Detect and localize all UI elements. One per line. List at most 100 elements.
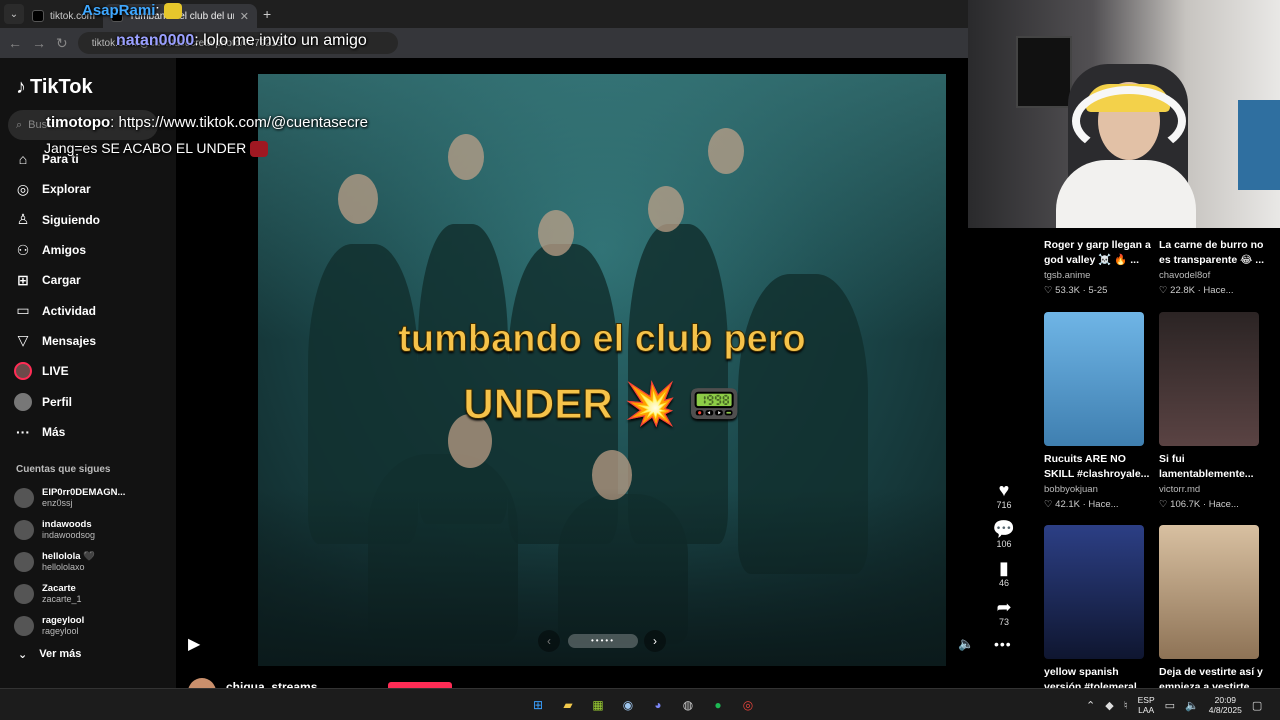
recommendation-card[interactable]: yellow spanish versión #tolemeral bbox=[1044, 525, 1156, 695]
recommendation-card[interactable]: Roger y garp llegan a god valley ☠️ 🔥 ..… bbox=[1044, 238, 1156, 296]
see-more-button[interactable]: ⌄ Ver más bbox=[18, 648, 81, 661]
sidebar-item-perfil[interactable]: Perfil bbox=[14, 386, 164, 416]
video-head bbox=[648, 186, 684, 232]
like-count: 716 bbox=[996, 500, 1012, 510]
sidebar-item-label: Amigos bbox=[42, 243, 87, 258]
microphone-icon[interactable]: ♮ bbox=[1124, 699, 1128, 712]
sidebar-item-actividad[interactable]: ▭ Actividad bbox=[14, 295, 164, 325]
sidebar-item-cargar[interactable]: ⊞ Cargar bbox=[14, 265, 164, 295]
sidebar-item-live[interactable]: LIVE bbox=[14, 356, 164, 386]
spotify-icon[interactable]: ● bbox=[708, 695, 728, 715]
windows-start-icon[interactable]: ⊞ bbox=[528, 695, 548, 715]
rec-meta: ♡ 53.3K · 5-25 bbox=[1044, 285, 1108, 296]
following-account[interactable]: Zacarte zacarte_1 bbox=[14, 578, 164, 610]
sidebar-item-mensajes[interactable]: ▽ Mensajes bbox=[14, 326, 164, 356]
account-name: hellolola 🖤 bbox=[42, 551, 96, 562]
save-button[interactable]: ▮ 46 bbox=[988, 558, 1020, 597]
following-icon: ♙ bbox=[16, 211, 30, 228]
obs-icon[interactable]: ◍ bbox=[678, 695, 698, 715]
recommendation-card[interactable]: Deja de vestirte así y empieza a vestirt… bbox=[1159, 525, 1271, 695]
chat-username: timotopo bbox=[46, 114, 111, 131]
more-icon: ··· bbox=[16, 423, 30, 440]
steam-icon[interactable]: ◉ bbox=[618, 695, 638, 715]
upload-icon: ⊞ bbox=[17, 271, 29, 288]
webcam-body bbox=[1056, 160, 1196, 228]
rec-author: tgsb.anime bbox=[1044, 270, 1091, 281]
rec-thumbnail[interactable] bbox=[1044, 312, 1144, 446]
app-icon[interactable]: ▦ bbox=[588, 695, 608, 715]
following-account[interactable]: rageylool rageylool bbox=[14, 610, 164, 642]
webcam-headset bbox=[1072, 86, 1186, 156]
carousel-dots[interactable]: ••••• bbox=[568, 634, 638, 648]
recommendation-card[interactable]: Si fui lamentablemente... victorr.md ♡ 1… bbox=[1159, 312, 1271, 510]
following-header: Cuentas que sigues bbox=[16, 464, 111, 475]
rec-meta: ♡ 42.1K · Hace... bbox=[1044, 499, 1119, 510]
chat-message: Jang=es SE ACABO EL UNDER bbox=[44, 140, 269, 158]
friends-icon: ⚇ bbox=[16, 241, 30, 258]
recommendation-card[interactable]: La carne de burro no es transparente 😂 .… bbox=[1159, 238, 1271, 296]
author-name[interactable]: chiqua_streams bbox=[226, 680, 317, 688]
following-account[interactable]: hellolola 🖤 hellololaxo bbox=[14, 546, 164, 578]
video-head bbox=[448, 134, 484, 180]
rec-author: bobbyokjuan bbox=[1044, 484, 1098, 495]
volume-icon[interactable]: 🔈 bbox=[958, 636, 974, 652]
chat-message: timotopo: https://www.tiktok.com/@cuenta… bbox=[46, 114, 368, 131]
comment-button[interactable]: 💬 106 bbox=[988, 519, 1020, 558]
account-name: ElP0rr0DEMAGN... bbox=[42, 487, 126, 498]
following-account[interactable]: ElP0rr0DEMAGN... enz0ssj bbox=[14, 482, 164, 514]
taskbar-apps: ⊞ ▰ ▦ ◉ ◕ ◍ ● ◎ bbox=[528, 695, 758, 715]
speaker-icon[interactable]: 🔈 bbox=[1185, 699, 1199, 712]
file-explorer-icon[interactable]: ▰ bbox=[558, 695, 578, 715]
language-code: ESP bbox=[1137, 695, 1155, 705]
recommendations-grid: Roger y garp llegan a god valley ☠️ 🔥 ..… bbox=[1036, 230, 1280, 693]
sidebar-item-label: Actividad bbox=[42, 303, 97, 318]
sidebar-item-siguiendo[interactable]: ♙ Siguiendo bbox=[14, 205, 164, 235]
sidebar-nav: ⌂ Para ti ◎ Explorar ♙ Siguiendo ⚇ Amigo… bbox=[14, 144, 164, 447]
sidebar-item-amigos[interactable]: ⚇ Amigos bbox=[14, 235, 164, 265]
recommendation-card[interactable]: Rucuits ARE NO SKILL #clashroyale... bob… bbox=[1044, 312, 1156, 510]
carousel-next-button[interactable]: › bbox=[644, 630, 666, 652]
notification-icon[interactable]: ▢ bbox=[1252, 699, 1262, 712]
sidebar-item-label: Perfil bbox=[42, 394, 73, 409]
chat-username: AsapRami bbox=[82, 2, 156, 19]
stream-chat-overlay: AsapRami: natan0000: lolo me invito un a… bbox=[0, 0, 420, 170]
discord-icon[interactable]: ◕ bbox=[648, 695, 668, 715]
share-count: 73 bbox=[998, 617, 1009, 627]
play-icon[interactable]: ▶ bbox=[188, 634, 200, 654]
chrome-icon[interactable]: ◎ bbox=[738, 695, 758, 715]
keyboard-layout: LAA bbox=[1138, 705, 1155, 715]
chat-username: natan0000 bbox=[116, 32, 195, 49]
chevron-down-icon: ⌄ bbox=[18, 649, 28, 661]
webcam-overlay bbox=[968, 0, 1280, 228]
carousel-prev-button[interactable]: ‹ bbox=[538, 630, 560, 652]
share-button[interactable]: ➦ 73 bbox=[988, 597, 1020, 636]
sidebar-item-label: Más bbox=[42, 424, 66, 439]
rec-thumbnail[interactable] bbox=[1159, 312, 1259, 446]
chat-text: : lolo me invito un amigo bbox=[194, 32, 367, 49]
security-icon[interactable]: ◆ bbox=[1105, 699, 1113, 712]
emote-icon bbox=[163, 3, 182, 20]
sidebar-item-mas[interactable]: ··· Más bbox=[14, 417, 164, 447]
rec-author: chavodel8of bbox=[1159, 270, 1211, 281]
rec-thumbnail[interactable] bbox=[1159, 525, 1259, 659]
more-options-icon[interactable]: ••• bbox=[994, 636, 1012, 652]
chevron-up-icon[interactable]: ⌃ bbox=[1086, 699, 1095, 712]
author-bar: chiqua_streams bbox=[176, 670, 1028, 688]
sidebar-item-explorar[interactable]: ◎ Explorar bbox=[14, 174, 164, 204]
account-username: enz0ssj bbox=[42, 498, 73, 508]
chat-text: : https://www.tiktok.com/@cuentasecre bbox=[110, 114, 368, 131]
like-button[interactable]: ♥ 716 bbox=[988, 480, 1020, 519]
following-list: ElP0rr0DEMAGN... enz0ssj indawoods indawoo… bbox=[14, 482, 164, 642]
language-indicator[interactable]: ESP LAA bbox=[1138, 695, 1155, 715]
network-icon[interactable]: ▭ bbox=[1165, 699, 1175, 712]
avatar bbox=[14, 616, 34, 636]
account-username: indawoodsog bbox=[42, 530, 96, 540]
following-account[interactable]: indawoods indawoodsog bbox=[14, 514, 164, 546]
rec-thumbnail[interactable] bbox=[1044, 525, 1144, 659]
save-count: 46 bbox=[998, 578, 1009, 588]
video-caption-line2: UNDER 💥 📟 bbox=[463, 380, 741, 428]
rec-title: La carne de burro no es transparente 😂 .… bbox=[1159, 239, 1265, 266]
system-tray: ⌃ ◆ ♮ ESP LAA ▭ 🔈 20:09 4/8/2025 ▢ bbox=[1086, 695, 1262, 715]
clock[interactable]: 20:09 4/8/2025 bbox=[1209, 695, 1242, 715]
author-avatar[interactable] bbox=[188, 678, 216, 688]
